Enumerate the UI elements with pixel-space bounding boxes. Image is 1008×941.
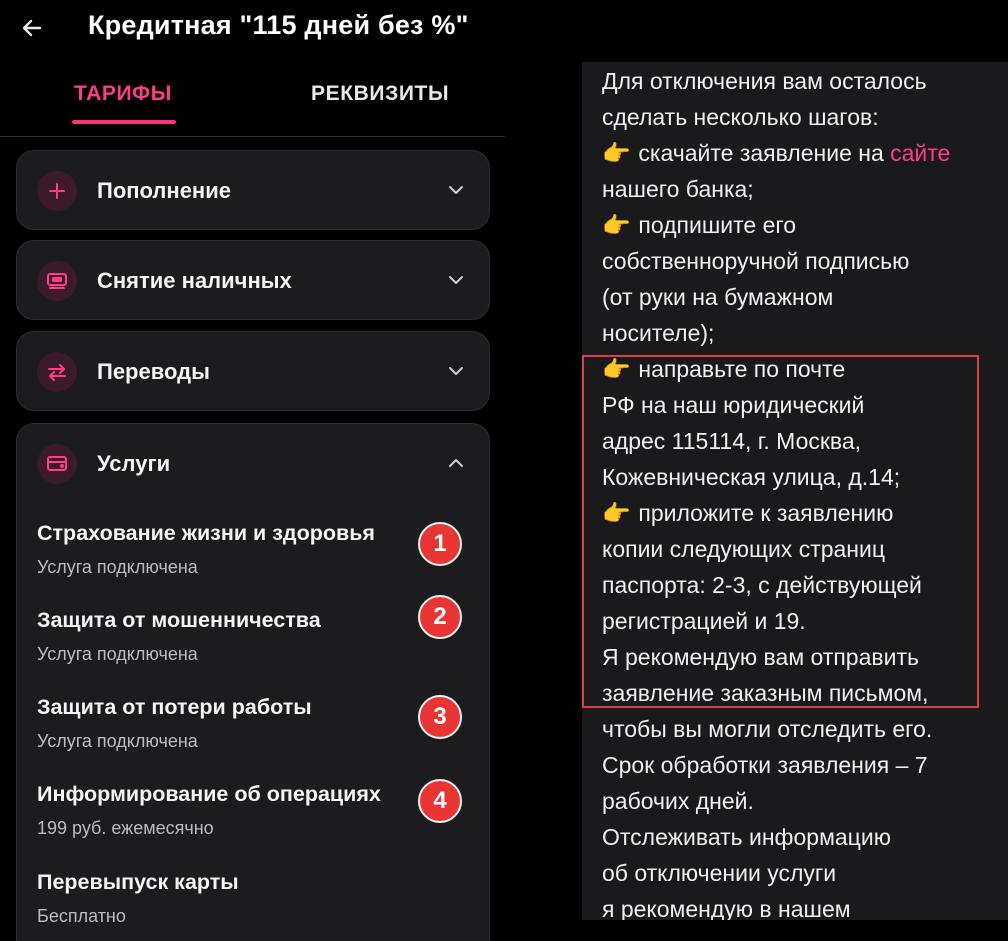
message-line: носителе); xyxy=(602,320,715,346)
service-item-notifications[interactable]: Информирование об операциях 199 руб. еже… xyxy=(37,782,477,852)
back-button[interactable] xyxy=(14,10,50,46)
service-title: Информирование об операциях xyxy=(37,782,381,806)
service-status: Услуга подключена xyxy=(37,557,198,577)
service-item-job-loss-protection[interactable]: Защита от потери работы Услуга подключен… xyxy=(37,695,477,765)
annotation-badge-3: 3 xyxy=(418,695,462,739)
section-header-cash[interactable]: Снятие наличных xyxy=(17,241,489,321)
message-line: нашего банка; xyxy=(602,176,754,202)
section-card-cash: Снятие наличных xyxy=(16,240,490,320)
message-line: чтобы вы могли отследить его. xyxy=(602,716,933,742)
chevron-down-icon xyxy=(449,186,463,194)
section-title: Снятие наличных xyxy=(97,268,292,293)
message-line: Срок обработки заявления – 7 xyxy=(602,752,928,778)
section-title: Пополнение xyxy=(97,178,231,203)
message-line: рабочих дней. xyxy=(602,788,754,814)
annotation-badge-1: 1 xyxy=(418,522,462,566)
highlight-frame xyxy=(582,355,979,708)
message-line: Для отключения вам осталось xyxy=(602,68,927,94)
services-card-icon xyxy=(37,444,77,484)
app-header: Кредитная "115 дней без %" xyxy=(0,0,505,56)
tab-tariffs[interactable]: ТАРИФЫ xyxy=(74,82,172,106)
section-title: Услуги xyxy=(97,451,171,476)
cash-withdrawal-icon xyxy=(37,261,77,301)
message-line: об отключении услуги xyxy=(602,860,837,886)
section-title: Переводы xyxy=(97,359,210,384)
pointing-finger-icon: 👉 xyxy=(602,212,631,238)
chevron-down-icon xyxy=(449,276,463,284)
message-line: 👉 скачайте заявление на сайте xyxy=(602,140,951,166)
annotation-badge-2: 2 xyxy=(418,595,462,639)
section-header-transfers[interactable]: Переводы xyxy=(17,332,489,412)
tab-bar: ТАРИФЫ РЕКВИЗИТЫ xyxy=(0,70,505,137)
service-title: Защита от потери работы xyxy=(37,695,312,719)
message-line: я рекомендую в нашем xyxy=(602,896,851,920)
service-title: Перевыпуск карты xyxy=(37,870,239,894)
section-card-transfers: Переводы xyxy=(16,331,490,411)
section-header-topup[interactable]: Пополнение xyxy=(17,151,489,231)
arrow-left-icon xyxy=(22,19,42,37)
service-title: Страхование жизни и здоровья xyxy=(37,521,375,545)
service-price: 199 руб. ежемесячно xyxy=(37,818,214,838)
site-link[interactable]: сайте xyxy=(890,140,950,166)
message-line: собственноручной подписью xyxy=(602,248,910,274)
active-tab-indicator xyxy=(72,120,176,124)
service-item-card-reissue[interactable]: Перевыпуск карты Бесплатно xyxy=(37,870,477,940)
message-line: 👉 подпишите его xyxy=(602,212,797,238)
section-card-services: Услуги Страхование жизни и здоровья Услу… xyxy=(16,423,490,941)
tariffs-pane: Кредитная "115 дней без %" ТАРИФЫ РЕКВИЗ… xyxy=(0,0,505,941)
section-card-topup: Пополнение xyxy=(16,150,490,230)
transfer-arrows-icon xyxy=(37,352,77,392)
plus-icon xyxy=(37,171,77,211)
service-price: Бесплатно xyxy=(37,906,126,926)
tab-requisites[interactable]: РЕКВИЗИТЫ xyxy=(311,82,449,106)
screen: Кредитная "115 дней без %" ТАРИФЫ РЕКВИЗ… xyxy=(0,0,1008,941)
chevron-up-icon xyxy=(449,459,463,467)
message-line: (от руки на бумажном xyxy=(602,284,834,310)
message-line: Отслеживать информацию xyxy=(602,824,891,850)
pointing-finger-icon: 👉 xyxy=(602,140,631,166)
section-header-services[interactable]: Услуги xyxy=(17,424,489,504)
annotation-badge-4: 4 xyxy=(418,779,462,823)
service-status: Услуга подключена xyxy=(37,644,198,664)
service-item-insurance[interactable]: Страхование жизни и здоровья Услуга подк… xyxy=(37,521,477,591)
chevron-down-icon xyxy=(449,367,463,375)
page-title: Кредитная "115 дней без %" xyxy=(88,10,469,40)
service-item-fraud-protection[interactable]: Защита от мошенничества Услуга подключен… xyxy=(37,608,477,678)
service-status: Услуга подключена xyxy=(37,731,198,751)
service-title: Защита от мошенничества xyxy=(37,608,321,632)
message-line: сделать несколько шагов: xyxy=(602,104,879,130)
